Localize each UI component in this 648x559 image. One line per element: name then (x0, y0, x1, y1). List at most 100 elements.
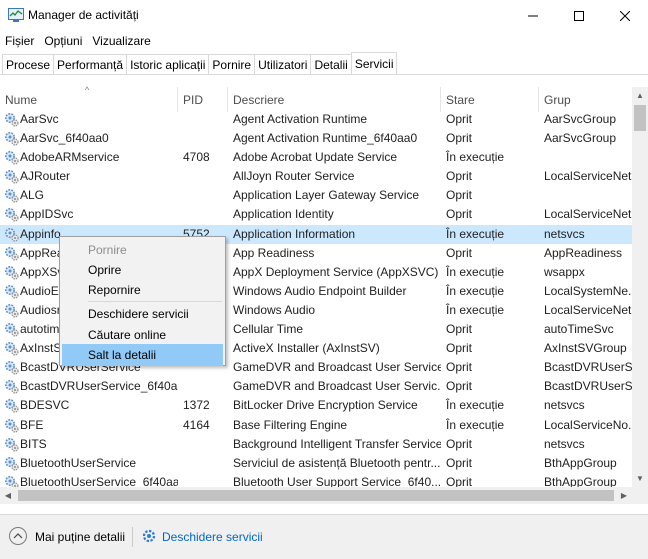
service-description: Agent Activation Runtime_6f40aa0 (233, 131, 418, 146)
service-name: BDESVC (20, 398, 70, 413)
scrollbar-corner (632, 487, 648, 504)
horizontal-scrollbar[interactable]: ◀ ▶ (0, 487, 632, 504)
service-group: LocalServiceNo... (544, 417, 632, 432)
service-group: BcastDVRUserS... (544, 360, 632, 375)
service-description: AppX Deployment Service (AppXSVC) (233, 264, 439, 279)
tab-strip: Procese Performanță Istoric aplicații Po… (2, 52, 398, 74)
context-menu-stop[interactable]: Oprire (62, 259, 223, 281)
tab-startup[interactable]: Pornire (208, 54, 256, 74)
maximize-icon (574, 10, 584, 21)
menu-file[interactable]: Fișier (0, 31, 39, 51)
table-row[interactable]: ALG Application Layer Gateway Service Opri… (0, 186, 632, 205)
context-menu-search-online[interactable]: Căutare online (62, 324, 223, 346)
service-status: Oprit (446, 322, 473, 337)
service-group: AarSvcGroup (544, 131, 617, 146)
scroll-down-arrow-icon[interactable]: ▼ (632, 470, 648, 487)
scroll-left-arrow-icon[interactable]: ◀ (0, 487, 16, 504)
task-manager-window: Manager de activități Fișier Opțiuni Viz… (0, 0, 648, 559)
window-title: Manager de activități (28, 8, 139, 22)
service-description: Background Intelligent Transfer Service (233, 436, 441, 451)
menu-view[interactable]: Vizualizare (87, 31, 155, 51)
service-pid (178, 435, 228, 454)
service-description: Base Filtering Engine (233, 417, 348, 432)
close-icon (620, 10, 630, 21)
table-row[interactable]: BFE 4164 Base Filtering Engine În execuție L… (0, 416, 632, 435)
context-menu-open-services[interactable]: Deschidere servicii (62, 303, 223, 325)
column-header-group[interactable]: Grup (539, 87, 632, 112)
vertical-scroll-thumb[interactable] (634, 105, 646, 131)
table-row[interactable]: AdobeARMservice 4708 Adobe Acrobat Update … (0, 148, 632, 167)
service-group: wsappx (544, 264, 585, 279)
service-description: Application Information (233, 226, 356, 241)
scroll-up-arrow-icon[interactable]: ▲ (632, 87, 648, 104)
service-group: LocalSystemNe... (544, 283, 632, 298)
service-description: ActiveX Installer (AxInstSV) (233, 341, 380, 356)
table-row[interactable]: AarSvc Agent Activation Runtime Oprit AarSv… (0, 110, 632, 129)
column-header-row: ^ Nume PID Descriere Stare Grup (0, 85, 632, 112)
tab-processes[interactable]: Procese (2, 54, 55, 74)
context-menu-start[interactable]: Pornire (62, 239, 223, 261)
tab-services[interactable]: Servicii (350, 52, 398, 74)
service-group: AarSvcGroup (544, 112, 617, 126)
services-gear-icon (142, 529, 156, 543)
context-menu-go-to-details[interactable]: Salt la detalii (62, 344, 223, 366)
column-header-description[interactable]: Descriere (228, 87, 441, 112)
fewer-details-button[interactable] (9, 527, 27, 545)
service-name: AdobeARMservice (20, 150, 120, 165)
service-name: BITS (20, 436, 47, 451)
table-row[interactable]: AarSvc_6f40aa0 Agent Activation Runtime_6… (0, 129, 632, 148)
table-row[interactable]: BluetoothUserService Serviciul de asisten… (0, 454, 632, 473)
tab-performance[interactable]: Performanță (53, 54, 128, 74)
table-row[interactable]: BITS Background Intelligent Transfer Serv… (0, 435, 632, 454)
service-pid: 4164 (183, 417, 210, 432)
column-header-status[interactable]: Stare (441, 87, 539, 112)
service-pid: 1372 (183, 398, 210, 413)
service-status: În execuție (446, 417, 505, 432)
chevron-up-icon (13, 533, 23, 539)
close-button[interactable] (602, 0, 648, 31)
scroll-right-arrow-icon[interactable]: ▶ (616, 487, 632, 504)
service-name: AarSvc_6f40aa0 (20, 131, 109, 146)
service-group: autoTimeSvc (544, 322, 614, 337)
task-manager-app-icon (8, 8, 24, 22)
table-row[interactable]: AppIDSvc Application Identity Oprit LocalSe… (0, 205, 632, 224)
tab-details[interactable]: Detalii (310, 54, 352, 74)
service-group: netsvcs (544, 436, 585, 451)
open-services-link[interactable]: Deschidere servicii (162, 530, 263, 544)
minimize-button[interactable] (510, 0, 556, 31)
service-description: Serviciul de asistență Bluetooth pentr..… (233, 455, 441, 470)
context-menu: Pornire Oprire Repornire Deschidere serv… (59, 236, 226, 366)
service-description: Cellular Time (233, 322, 304, 337)
menu-options[interactable]: Opțiuni (39, 31, 87, 51)
column-header-name[interactable]: Nume (0, 87, 178, 112)
service-status: În execuție (446, 302, 505, 317)
service-name: AppIDSvc (20, 207, 74, 222)
table-row[interactable]: BDESVC 1372 BitLocker Drive Encryption Ser… (0, 396, 632, 415)
menu-bar: Fișier Opțiuni Vizualizare (0, 31, 648, 51)
service-description: AllJoyn Router Service (233, 169, 355, 184)
service-status: Oprit (446, 436, 473, 451)
tab-users[interactable]: Utilizatori (254, 54, 312, 74)
service-status: În execuție (446, 283, 505, 298)
footer-bar: Mai puține detalii Deschidere servicii (0, 514, 648, 559)
table-row[interactable]: AJRouter AllJoyn Router Service Oprit Local… (0, 167, 632, 186)
service-description: Windows Audio Endpoint Builder (233, 283, 407, 298)
table-row[interactable]: BcastDVRUserService_6f40aa0 GameDVR and B… (0, 377, 632, 396)
service-name: ALG (20, 188, 45, 203)
service-status: Oprit (446, 112, 473, 126)
service-status: Oprit (446, 379, 473, 394)
fewer-details-label[interactable]: Mai puține detalii (35, 530, 125, 544)
service-status: Oprit (446, 169, 473, 184)
service-description: Adobe Acrobat Update Service (233, 150, 398, 165)
maximize-button[interactable] (556, 0, 602, 31)
horizontal-scroll-thumb[interactable] (18, 490, 614, 501)
context-menu-restart[interactable]: Repornire (62, 279, 223, 301)
service-name: BluetoothUserService (20, 455, 137, 470)
vertical-scrollbar[interactable]: ▲ ▼ (632, 87, 648, 487)
service-description: BitLocker Drive Encryption Service (233, 398, 418, 413)
service-description: Windows Audio (233, 302, 316, 317)
column-header-pid[interactable]: PID (178, 87, 228, 112)
service-status: În execuție (446, 398, 505, 413)
tab-app-history[interactable]: Istoric aplicații (126, 54, 210, 74)
service-pid (178, 205, 228, 224)
